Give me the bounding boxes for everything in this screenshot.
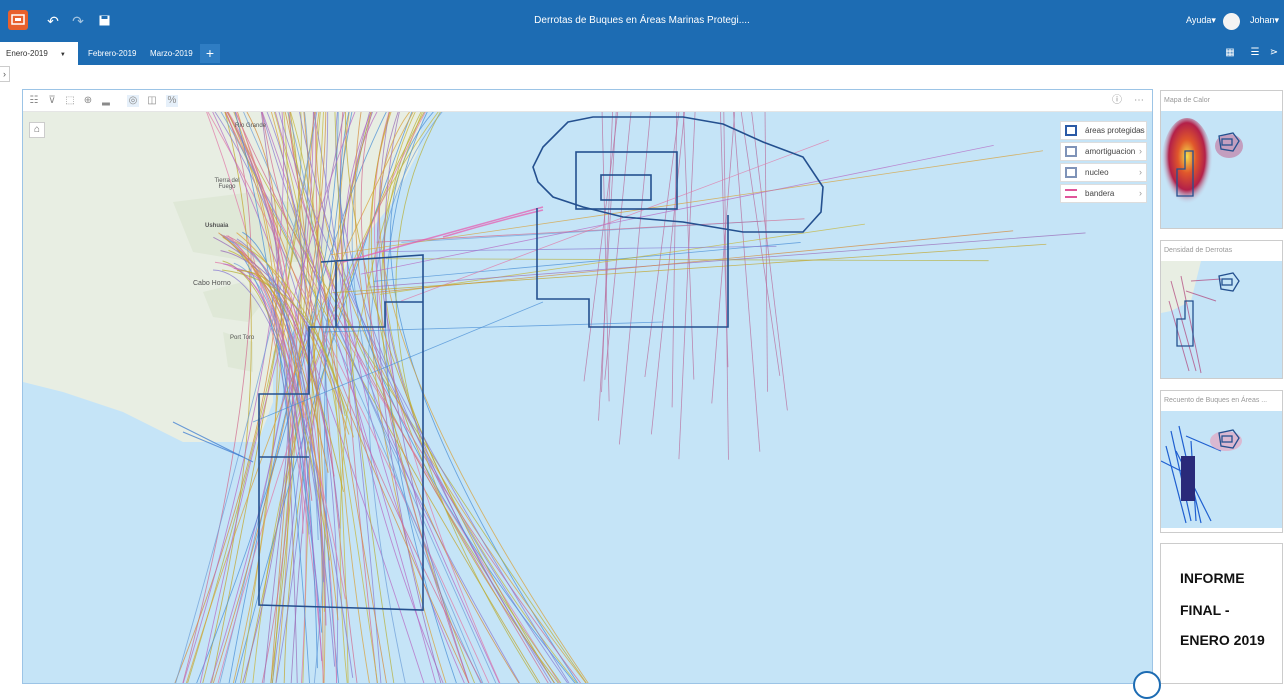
legend-label: bandera [1085, 189, 1115, 198]
map-card: ☷ ⊽ ⬚ ⊕ ▂ ◎ ◫ % ⓘ ⋯ ⌂ Río Grande Tierra … [22, 89, 1153, 684]
heatmap-thumbnail [1161, 111, 1282, 228]
add-tab-button[interactable]: + [200, 44, 220, 63]
extent-icon[interactable]: ◫ [146, 95, 158, 107]
page-title: Derrotas de Buques en Áreas Marinas Prot… [534, 15, 750, 26]
layer-swatch-icon [1065, 146, 1077, 157]
select-icon[interactable]: ⬚ [64, 95, 76, 107]
legend-toggle-icon[interactable]: ☷ [28, 95, 40, 107]
count-thumbnail [1161, 411, 1282, 528]
info-icon[interactable]: ⓘ [1111, 95, 1123, 107]
map-label-tierra-del-fuego: Tierra del Fuego [214, 178, 240, 190]
tab-label: Febrero-2019 [88, 49, 137, 58]
help-menu[interactable]: Ayuda▾ [1186, 15, 1216, 26]
map-toolbar: ☷ ⊽ ⬚ ⊕ ▂ ◎ ◫ % ⓘ ⋯ [23, 90, 1152, 112]
legend-label: nucleo [1085, 168, 1109, 177]
more-icon[interactable]: ⋯ [1133, 95, 1145, 107]
card-column: Mapa de Calor Densidad de Derrotas Recue… [1157, 89, 1284, 684]
map-view[interactable]: ⌂ Río Grande Tierra del Fuego Ushuaia Ca… [23, 112, 1152, 683]
card-title: Recuento de Buques en Áreas ... [1164, 397, 1268, 404]
app-header: ↶ ↷ Derrotas de Buques en Áreas Marinas … [0, 0, 1284, 42]
share-icon[interactable]: ⋗ [1268, 47, 1280, 59]
report-line-3: ENERO 2019 [1180, 632, 1265, 648]
density-thumbnail [1161, 261, 1282, 378]
avatar[interactable] [1223, 13, 1240, 30]
tab-label: Enero-2019 [6, 49, 48, 58]
tab-febrero-2019[interactable]: Febrero-2019 [82, 42, 142, 65]
tab-marzo-2019[interactable]: Marzo-2019 [144, 42, 199, 65]
layer-swatch-icon [1065, 125, 1077, 136]
card-densidad-de-derrotas[interactable]: Densidad de Derrotas [1160, 240, 1283, 379]
legend-item-bandera[interactable]: bandera › [1060, 184, 1147, 203]
map-legend: áreas protegidas › amortiguacion › nucleo ›… [1060, 121, 1147, 205]
filter-icon[interactable]: ⊽ [46, 95, 58, 107]
chevron-down-icon[interactable]: ▼ [60, 52, 66, 58]
link-icon[interactable]: % [166, 95, 178, 107]
user-menu[interactable]: Johan▾ [1250, 15, 1279, 26]
legend-label: áreas protegidas [1085, 126, 1145, 135]
card-recuento-de-buques[interactable]: Recuento de Buques en Áreas ... [1160, 390, 1283, 533]
report-line-1: INFORME [1180, 570, 1245, 586]
chevron-right-icon: › [1139, 125, 1142, 135]
zoom-icon[interactable]: ⊕ [82, 95, 94, 107]
chevron-right-icon: › [1139, 146, 1142, 156]
legend-item-amortiguacion[interactable]: amortiguacion › [1060, 142, 1147, 161]
card-title: Mapa de Calor [1164, 97, 1210, 104]
data-pane-icon[interactable]: ☰ [1249, 47, 1261, 59]
map-label-port-toro: Port Toro [230, 335, 255, 341]
home-button[interactable]: ⌂ [29, 122, 45, 138]
layer-swatch-icon [1065, 167, 1077, 178]
map-label-cabo-hornos: Cabo Horno [193, 280, 231, 287]
tag-icon[interactable]: ◎ [127, 95, 139, 107]
layer-swatch-icon [1065, 189, 1077, 198]
side-panel-toggle[interactable]: › [0, 66, 10, 82]
map-canvas [23, 112, 1152, 683]
card-title: Densidad de Derrotas [1164, 247, 1233, 254]
page-tabs: Enero-2019 ▼ Febrero-2019 Marzo-2019 + ▦ … [0, 42, 1284, 65]
legend-item-areas-protegidas[interactable]: áreas protegidas › [1060, 121, 1147, 140]
chevron-right-icon: › [1139, 167, 1142, 177]
card-mapa-de-calor[interactable]: Mapa de Calor [1160, 90, 1283, 229]
scroll-handle[interactable] [1133, 671, 1161, 699]
report-title-card[interactable]: INFORME FINAL - ENERO 2019 [1160, 543, 1283, 684]
tab-enero-2019[interactable]: Enero-2019 ▼ [0, 42, 78, 65]
legend-item-nucleo[interactable]: nucleo › [1060, 163, 1147, 182]
legend-label: amortiguacion [1085, 147, 1136, 156]
widget-library-icon[interactable]: ▦ [1224, 47, 1236, 59]
chart-icon[interactable]: ▂ [100, 95, 112, 107]
report-line-2: FINAL - [1180, 602, 1230, 618]
chevron-right-icon: › [1139, 188, 1142, 198]
map-label-ushuaia: Ushuaia [205, 223, 229, 229]
tab-label: Marzo-2019 [150, 49, 193, 58]
map-label-rio-grande: Río Grande [235, 123, 267, 129]
